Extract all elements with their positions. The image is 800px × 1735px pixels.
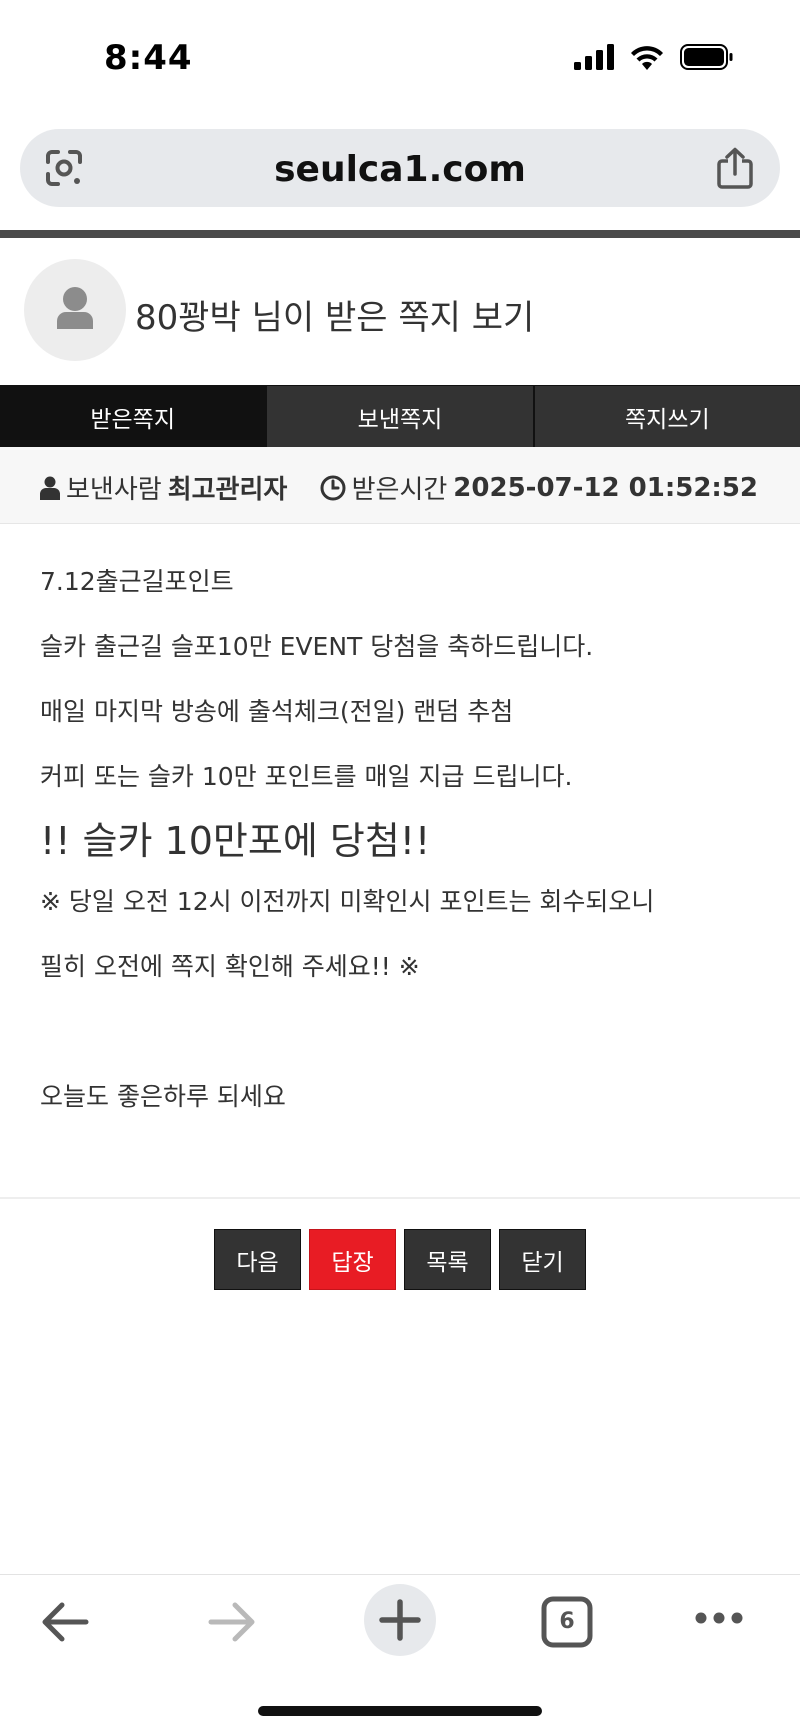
page-title: 80꽝박 님이 받은 쪽지 보기 bbox=[135, 298, 535, 338]
status-bar: 8:44 bbox=[0, 0, 800, 110]
url-text[interactable]: seulca1.com bbox=[20, 149, 780, 190]
more-options-icon[interactable] bbox=[694, 1610, 744, 1626]
close-button[interactable]: 닫기 bbox=[499, 1229, 586, 1290]
forward-arrow-icon[interactable] bbox=[207, 1600, 257, 1644]
message-line: 커피 또는 슬카 10만 포인트를 매일 지급 드립니다. bbox=[40, 762, 573, 791]
sender-label: 보낸사람 bbox=[66, 475, 162, 505]
message-line: ※ 당일 오전 12시 이전까지 미확인시 포인트는 회수되오니 bbox=[40, 887, 655, 916]
received-info: 받은시간 2025-07-12 01:52:52 bbox=[320, 469, 758, 506]
received-time: 2025-07-12 01:52:52 bbox=[453, 472, 758, 503]
wifi-icon bbox=[631, 46, 663, 70]
reply-button[interactable]: 답장 bbox=[309, 1229, 396, 1290]
tab-received[interactable]: 받은쪽지 bbox=[0, 386, 266, 447]
status-icons bbox=[574, 44, 734, 70]
message-headline: !! 슬카 10만포에 당첨!! bbox=[40, 819, 431, 863]
clock-icon bbox=[320, 475, 346, 500]
tab-count: 6 bbox=[559, 1609, 575, 1634]
message-body: 7.12출근길포인트 슬카 출근길 슬포10만 EVENT 당첨을 축하드립니다… bbox=[40, 566, 760, 1146]
message-info: 보낸사람 최고관리자 받은시간 2025-07-12 01:52:52 bbox=[0, 447, 800, 524]
message-line: 필히 오전에 쪽지 확인해 주세요!! ※ bbox=[40, 952, 420, 981]
home-indicator bbox=[258, 1706, 542, 1716]
back-arrow-icon[interactable] bbox=[40, 1600, 90, 1644]
sender-name: 최고관리자 bbox=[167, 475, 288, 505]
sender-info: 보낸사람 최고관리자 bbox=[40, 469, 287, 506]
message-line: 7.12출근길포인트 bbox=[40, 567, 234, 596]
message-tabs: 받은쪽지 보낸쪽지 쪽지쓰기 bbox=[0, 385, 800, 448]
action-buttons: 다음 답장 목록 닫기 bbox=[214, 1229, 586, 1290]
list-button[interactable]: 목록 bbox=[404, 1229, 491, 1290]
new-tab-button[interactable] bbox=[364, 1584, 436, 1656]
status-time: 8:44 bbox=[104, 38, 193, 78]
user-icon bbox=[40, 476, 60, 500]
message-line: 오늘도 좋은하루 되세요 bbox=[40, 1082, 286, 1111]
received-label: 받은시간 bbox=[351, 475, 448, 505]
cellular-signal-icon bbox=[574, 44, 614, 70]
tab-sent[interactable]: 보낸쪽지 bbox=[265, 386, 533, 447]
message-line: 매일 마지막 방송에 출석체크(전일) 랜덤 추첨 bbox=[40, 697, 514, 726]
header-divider bbox=[0, 230, 800, 238]
message-line: 슬카 출근길 슬포10만 EVENT 당첨을 축하드립니다. bbox=[40, 632, 594, 661]
user-avatar-icon bbox=[57, 287, 93, 329]
share-icon[interactable] bbox=[716, 147, 754, 189]
avatar bbox=[24, 259, 126, 361]
battery-icon bbox=[680, 44, 733, 70]
tab-compose[interactable]: 쪽지쓰기 bbox=[532, 386, 800, 447]
toolbar-divider bbox=[0, 1574, 800, 1575]
new-tab-plus-icon[interactable] bbox=[364, 1584, 436, 1656]
tab-switcher-button[interactable]: 6 bbox=[541, 1596, 593, 1648]
message-divider bbox=[0, 1197, 800, 1199]
next-button[interactable]: 다음 bbox=[214, 1229, 301, 1290]
url-bar[interactable]: seulca1.com bbox=[20, 129, 780, 207]
